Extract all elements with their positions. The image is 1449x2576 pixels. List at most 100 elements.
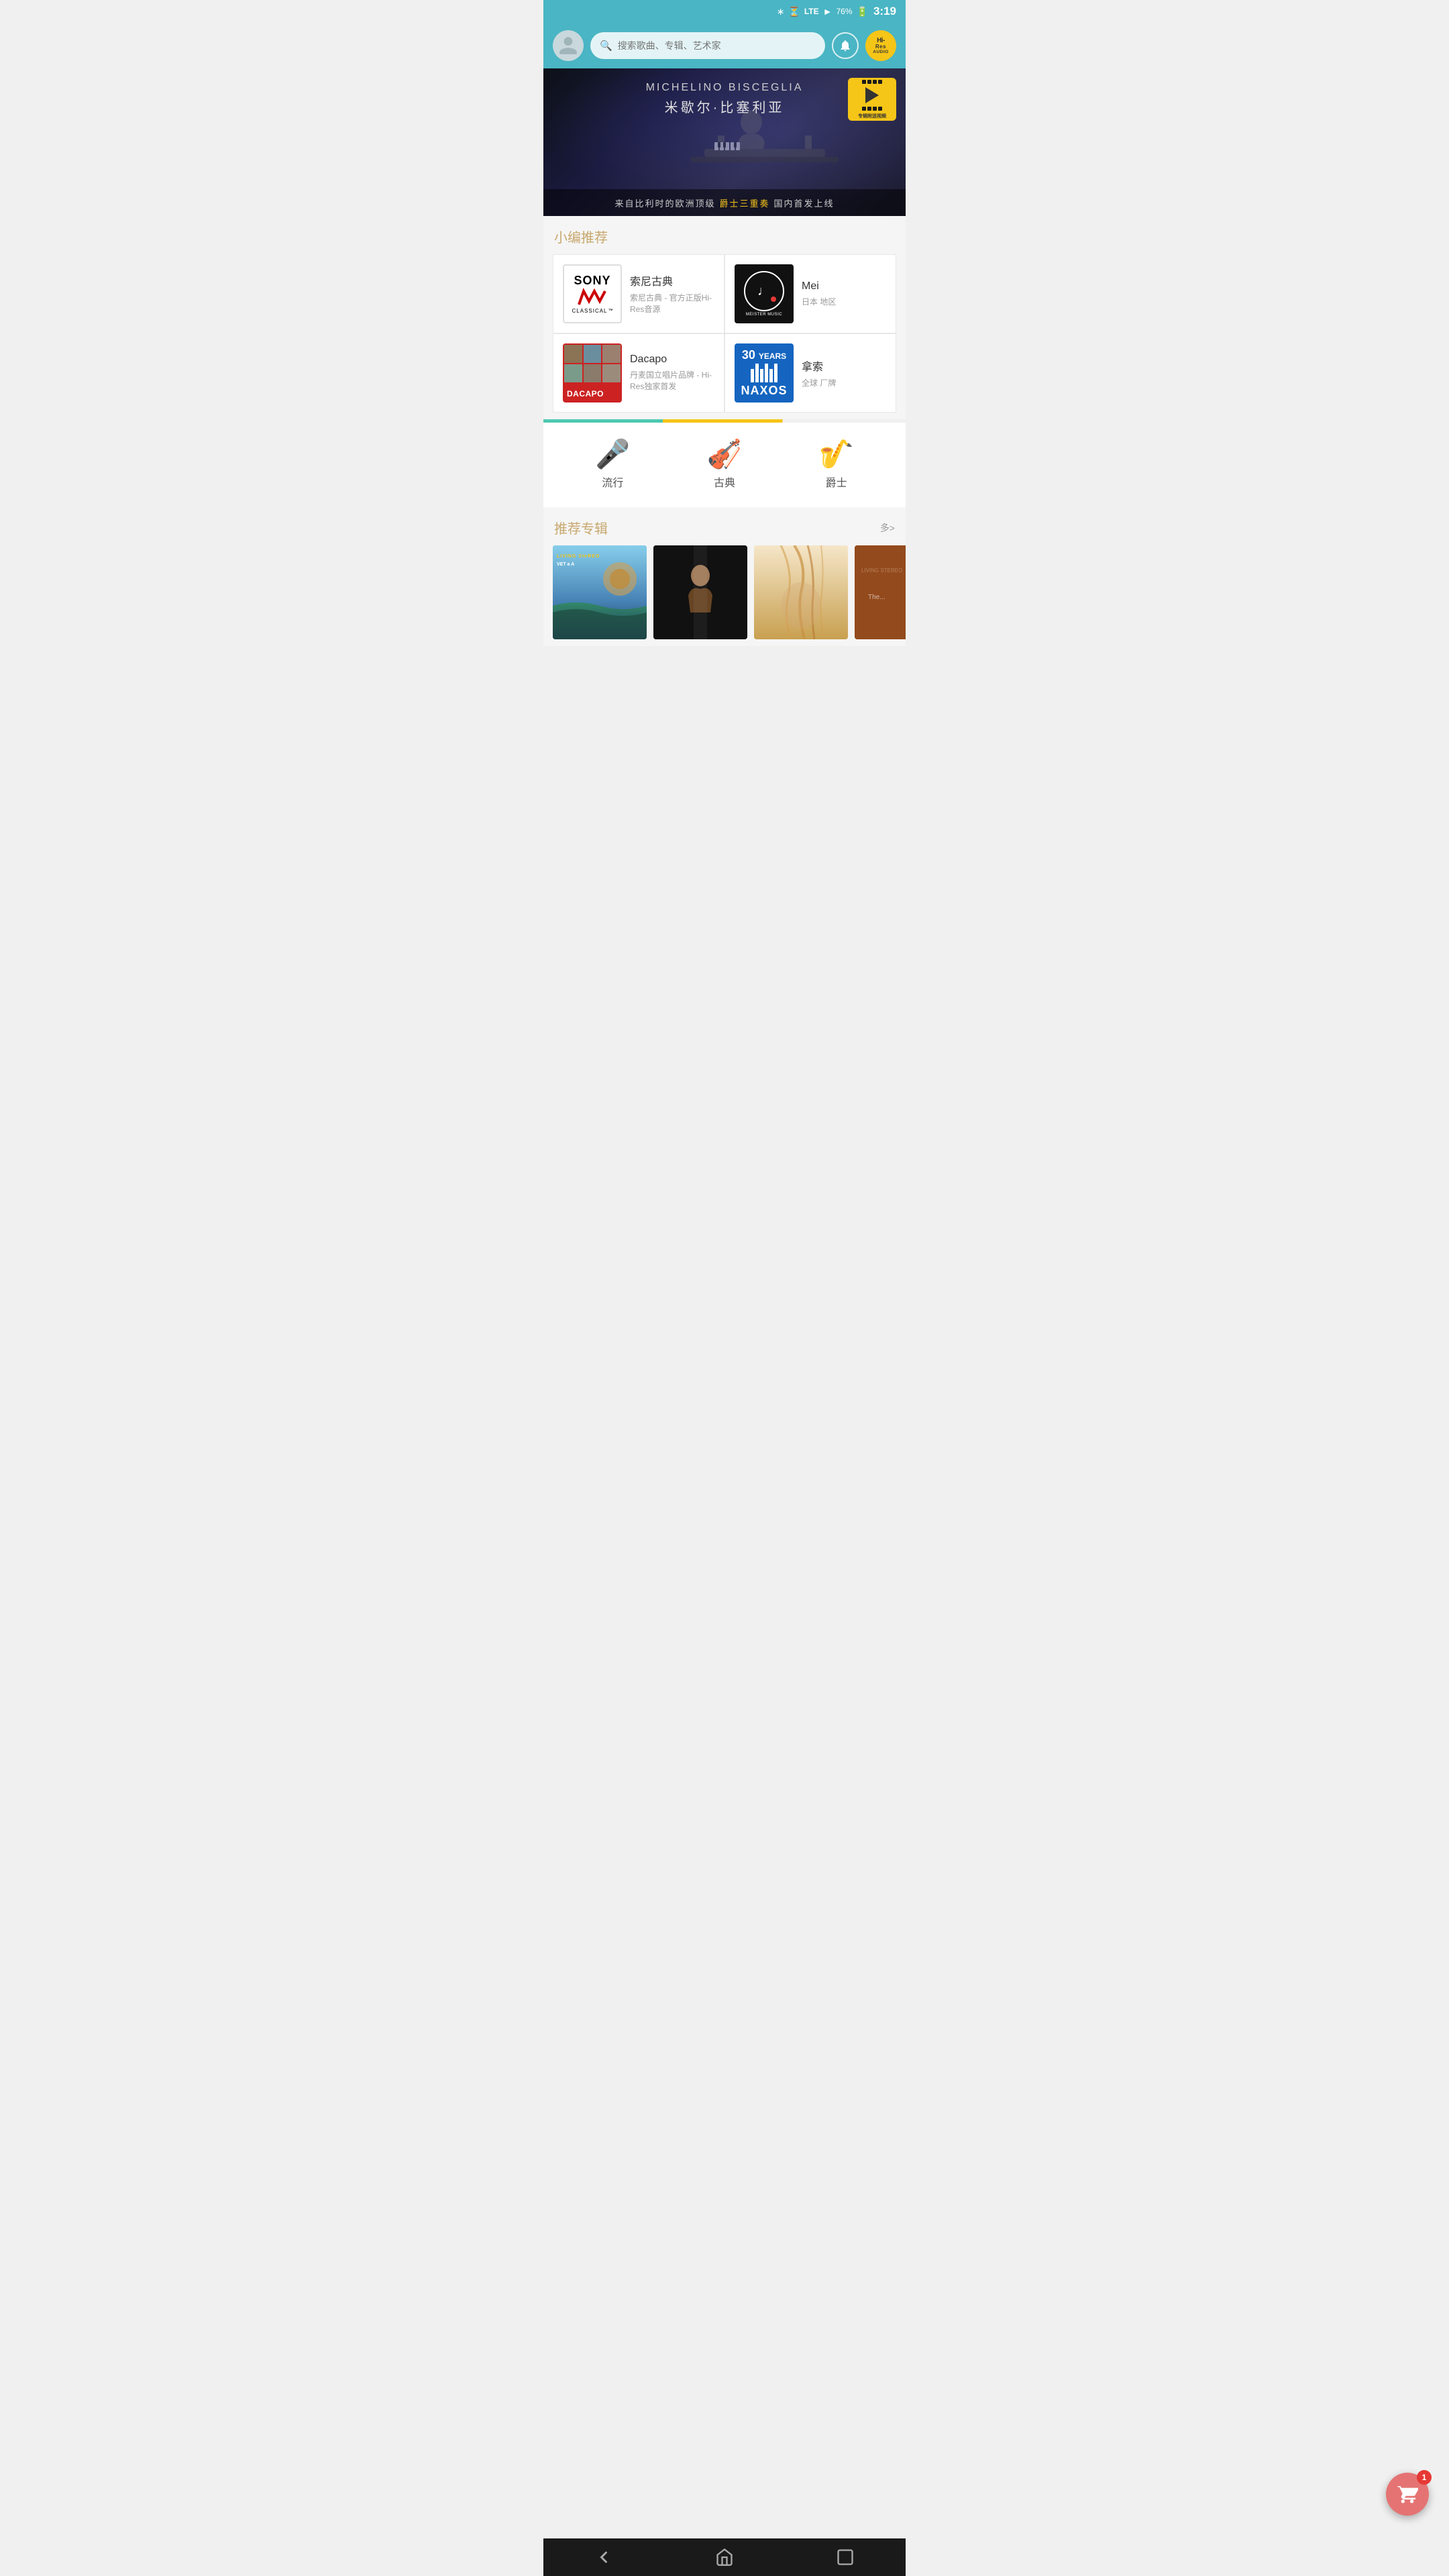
naxos-logo: 30 YEARS NAXOS <box>735 343 794 402</box>
album-cover-hair <box>754 545 848 639</box>
clock-icon: ⏳ <box>788 6 800 17</box>
album-artwork-svg: LIVING SteREO VET a A <box>553 545 647 639</box>
genre-row: 🎤 流行 🎻 古典 🎷 爵士 <box>543 433 906 496</box>
notification-bell-button[interactable] <box>832 32 859 59</box>
naxos-years: 30 YEARS <box>742 348 786 362</box>
film-dot <box>873 80 877 84</box>
dacapo-thumb <box>602 364 621 382</box>
editor-picks-title: 小编推荐 <box>543 227 906 254</box>
hires-audio-badge[interactable]: Hi- Res AUDIO <box>865 30 896 61</box>
home-icon <box>715 2548 734 2567</box>
naxos-pillar <box>769 369 773 382</box>
saxophone-icon: 🎷 <box>818 440 853 468</box>
film-dot <box>867 80 871 84</box>
violin-icon: 🎻 <box>707 440 742 468</box>
sony-mark-icon <box>576 288 609 308</box>
banner: MICHELINO BISCEGLIA 米歇尔·比塞利亚 专辑附送视频 来自比利… <box>543 68 906 216</box>
status-icons: ∗ ⏳ LTE ► 76% 🔋 <box>777 6 868 17</box>
album-sonar[interactable]: SONAR <box>653 545 747 639</box>
album-living-stereo[interactable]: LIVING SteREO VET a A <box>553 545 647 639</box>
film-dot <box>873 107 877 111</box>
play-icon <box>865 87 879 103</box>
cards-grid: SONY CLASSICAL ™ 索尼古典 索尼古典 - 官方正版Hi-Res音… <box>553 254 896 413</box>
album-living-stereo-art: LIVING SteREO VET a A <box>553 545 647 639</box>
hair-album-svg <box>754 545 848 639</box>
albums-more-button[interactable]: 多> <box>880 521 895 535</box>
cart-icon <box>1397 2483 1418 2505</box>
albums-title: 推荐专辑 <box>554 518 608 537</box>
film-dot <box>878 107 882 111</box>
avatar[interactable] <box>553 30 584 61</box>
film-dot <box>878 80 882 84</box>
genre-jazz-label: 爵士 <box>826 474 847 490</box>
album-cover-unknown: LIVING STEREO The... <box>855 545 906 639</box>
svg-text:The...: The... <box>868 594 885 601</box>
sony-card-desc: 索尼古典 - 官方正版Hi-Res音源 <box>630 292 714 315</box>
subtitle-suffix: 国内首发上线 <box>774 197 835 209</box>
search-input[interactable] <box>618 40 816 51</box>
navigation-bar <box>543 2538 906 2576</box>
sonar-album-svg <box>653 545 747 639</box>
genre-popular[interactable]: 🎤 流行 <box>579 440 646 490</box>
film-dot <box>867 107 871 111</box>
naxos-card[interactable]: 30 YEARS NAXOS 拿索 全球 厂牌 <box>724 333 896 413</box>
genre-popular-label: 流行 <box>602 474 623 490</box>
signal-icon: ► <box>823 6 833 17</box>
dacapo-card[interactable]: DACAPO Dacapo 丹麦国立唱片品牌 - Hi-Res独家首发 <box>553 333 724 413</box>
genre-classical[interactable]: 🎻 古典 <box>691 440 758 490</box>
search-bar[interactable]: 🔍 <box>590 32 825 59</box>
genre-jazz[interactable]: 🎷 爵士 <box>803 440 870 490</box>
meister-dot <box>771 297 776 302</box>
album-cover-living-stereo: LIVING SteREO VET a A <box>553 545 647 639</box>
meister-circle: ♩ <box>744 271 784 311</box>
cart-button[interactable]: 1 <box>1386 2473 1429 2516</box>
status-time: 3:19 <box>873 5 896 18</box>
subtitle-highlight: 爵士三重奏 <box>719 197 769 209</box>
banner-video-badge[interactable]: 专辑附送视频 <box>848 78 896 121</box>
back-button[interactable] <box>584 2544 624 2571</box>
sony-card[interactable]: SONY CLASSICAL ™ 索尼古典 索尼古典 - 官方正版Hi-Res音… <box>553 254 724 333</box>
naxos-card-name: 拿索 <box>802 358 886 374</box>
dacapo-thumb <box>602 345 621 363</box>
album-sonar-art: SONAR <box>653 545 747 639</box>
sony-text: SONY <box>574 274 610 288</box>
naxos-pillar <box>765 364 768 382</box>
album-unknown-art: LIVING STEREO The... <box>855 545 906 639</box>
album-hair[interactable] <box>754 545 848 639</box>
film-dot <box>862 107 866 111</box>
unknown-album-svg: LIVING STEREO The... <box>855 545 906 639</box>
bluetooth-icon: ∗ <box>777 6 785 17</box>
naxos-card-text: 拿索 全球 厂牌 <box>802 358 886 389</box>
battery-icon: 🔋 <box>857 6 868 17</box>
albums-header: 推荐专辑 多> <box>543 518 906 545</box>
film-strip-bottom <box>862 107 882 111</box>
film-strip-top <box>862 80 882 84</box>
hires-res: Res <box>875 44 886 50</box>
header-actions: Hi- Res AUDIO <box>832 30 896 61</box>
cards-container: SONY CLASSICAL ™ 索尼古典 索尼古典 - 官方正版Hi-Res音… <box>543 254 906 413</box>
lte-icon: LTE <box>804 7 819 16</box>
home-button[interactable] <box>704 2544 745 2571</box>
album-cover-sonar: SONAR <box>653 545 747 639</box>
sony-card-name: 索尼古典 <box>630 272 714 288</box>
naxos-pillar <box>760 369 763 382</box>
meister-card-text: Mei 日本 地区 <box>802 280 886 308</box>
naxos-card-desc: 全球 厂牌 <box>802 378 886 389</box>
album-unknown[interactable]: LIVING STEREO The... <box>855 545 906 639</box>
video-badge-label: 专辑附送视频 <box>858 113 886 119</box>
bell-icon <box>839 39 852 52</box>
recent-apps-button[interactable] <box>825 2544 865 2571</box>
naxos-pillars <box>751 364 777 382</box>
meister-logo: ♩ MEISTER MUSIC <box>735 264 794 323</box>
naxos-pillar <box>774 364 777 382</box>
meister-card[interactable]: ♩ MEISTER MUSIC Mei 日本 地区 <box>724 254 896 333</box>
dacapo-thumb <box>564 364 582 382</box>
sony-card-text: 索尼古典 索尼古典 - 官方正版Hi-Res音源 <box>630 272 714 315</box>
svg-text:LIVING SteREO: LIVING SteREO <box>557 554 600 559</box>
dacapo-card-desc: 丹麦国立唱片品牌 - Hi-Res独家首发 <box>630 370 714 392</box>
meister-note-icon: ♩ <box>757 284 771 299</box>
microphone-icon: 🎤 <box>595 440 630 468</box>
album-hair-art <box>754 545 848 639</box>
meister-card-name: Mei <box>802 280 886 292</box>
hires-hi: Hi- <box>877 37 885 44</box>
